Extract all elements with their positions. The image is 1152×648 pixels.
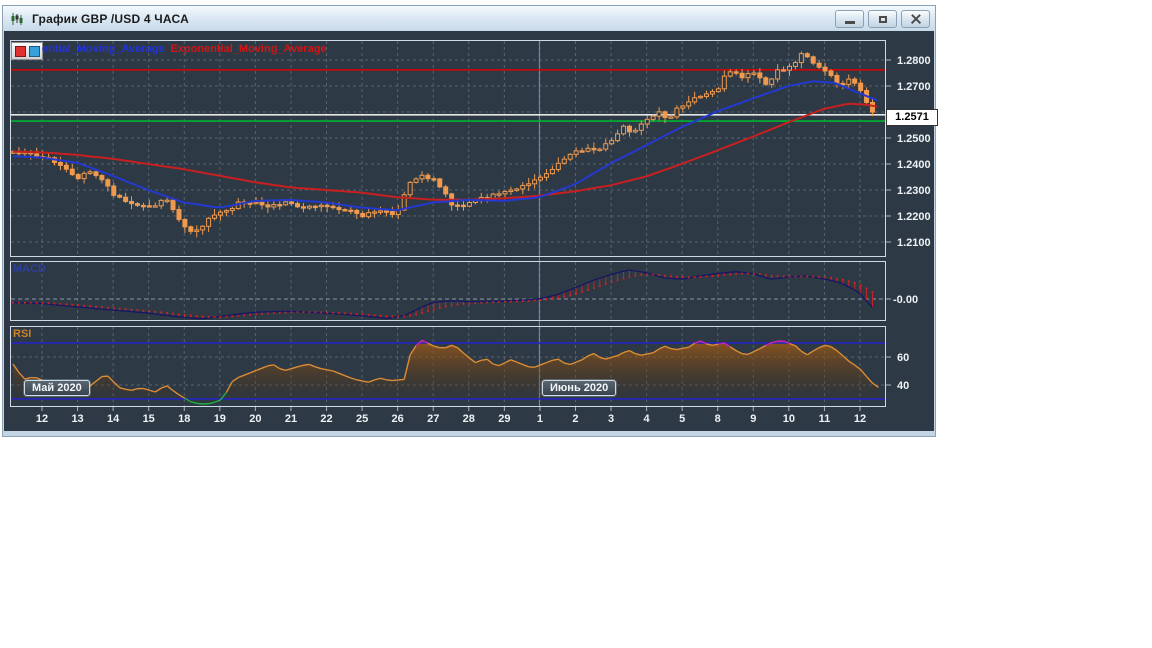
legend-chip-blue[interactable] bbox=[28, 45, 40, 57]
price-levels bbox=[11, 69, 885, 122]
svg-text:19: 19 bbox=[214, 413, 226, 425]
svg-text:20: 20 bbox=[249, 413, 261, 425]
month-label-may: Май 2020 bbox=[24, 380, 90, 396]
svg-text:1.2200: 1.2200 bbox=[897, 211, 931, 223]
macd-panel-label: MACD bbox=[13, 263, 46, 275]
svg-text:1.2400: 1.2400 bbox=[897, 159, 931, 171]
svg-text:28: 28 bbox=[463, 413, 475, 425]
legend-label-ema-slow: Exponential_Moving_Average bbox=[170, 43, 327, 55]
rsi-plot bbox=[11, 339, 885, 405]
svg-text:18: 18 bbox=[178, 413, 190, 425]
svg-text:13: 13 bbox=[71, 413, 83, 425]
svg-text:4: 4 bbox=[644, 413, 651, 425]
svg-text:14: 14 bbox=[107, 413, 120, 425]
svg-text:10: 10 bbox=[783, 413, 795, 425]
svg-text:60: 60 bbox=[897, 352, 909, 364]
svg-text:22: 22 bbox=[320, 413, 332, 425]
svg-text:29: 29 bbox=[498, 413, 510, 425]
legend-color-chips[interactable] bbox=[11, 42, 43, 60]
svg-text:1.2800: 1.2800 bbox=[897, 55, 931, 67]
rsi-panel-label: RSI bbox=[13, 328, 32, 340]
current-price-badge: 1.2571 bbox=[886, 109, 938, 126]
legend-label-ema-fast: ential_Moving_Average bbox=[42, 43, 165, 55]
chart-canvas[interactable]: 1.2800 1.2700 1.2500 1.2400 1.2300 1.2200 1.21… bbox=[0, 0, 1152, 648]
svg-text:8: 8 bbox=[715, 413, 721, 425]
svg-text:25: 25 bbox=[356, 413, 368, 425]
month-label-june: Июнь 2020 bbox=[542, 380, 617, 396]
svg-text:1.2500: 1.2500 bbox=[897, 133, 931, 145]
svg-text:26: 26 bbox=[392, 413, 404, 425]
svg-text:12: 12 bbox=[36, 413, 48, 425]
legend-chip-red[interactable] bbox=[14, 45, 26, 57]
svg-text:15: 15 bbox=[143, 413, 155, 425]
svg-text:11: 11 bbox=[819, 413, 831, 425]
svg-text:2: 2 bbox=[572, 413, 578, 425]
svg-text:5: 5 bbox=[679, 413, 685, 425]
svg-text:9: 9 bbox=[750, 413, 756, 425]
svg-text:-0.00: -0.00 bbox=[893, 294, 918, 306]
svg-text:40: 40 bbox=[897, 380, 909, 392]
svg-text:12: 12 bbox=[854, 413, 866, 425]
candles bbox=[10, 51, 875, 238]
indicator-legend: ential_Moving_Average Exponential_Moving_… bbox=[42, 43, 327, 55]
ema-line-Exponential_Moving_Average_slow bbox=[12, 102, 878, 201]
svg-text:21: 21 bbox=[285, 413, 297, 425]
svg-text:27: 27 bbox=[427, 413, 439, 425]
svg-text:1.2300: 1.2300 bbox=[897, 185, 931, 197]
svg-text:1.2100: 1.2100 bbox=[897, 237, 931, 249]
svg-text:1.2700: 1.2700 bbox=[897, 81, 931, 93]
svg-text:3: 3 bbox=[608, 413, 614, 425]
svg-text:1: 1 bbox=[537, 413, 543, 425]
macd-plot bbox=[12, 269, 874, 320]
